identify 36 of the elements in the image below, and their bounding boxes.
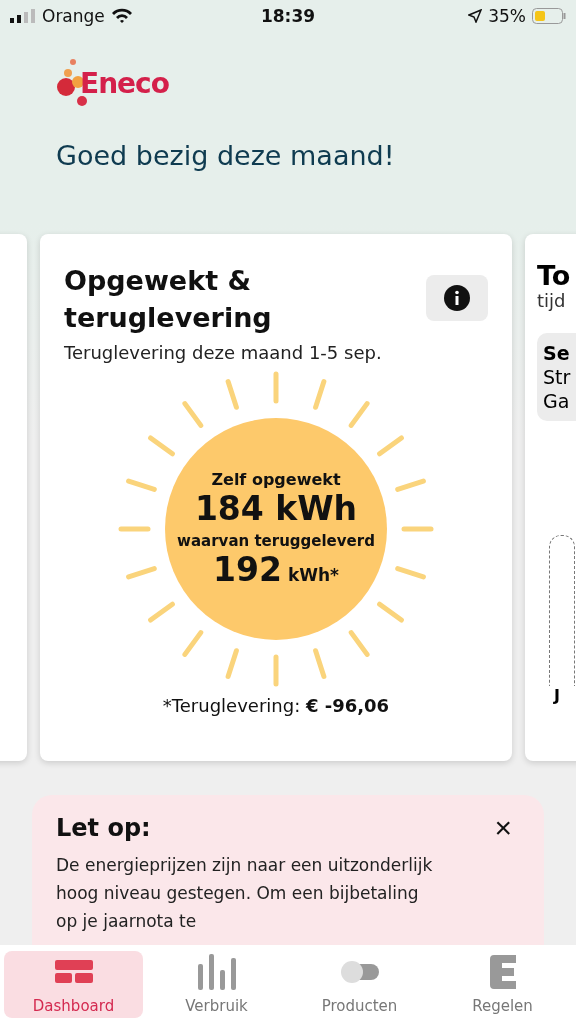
nav-tab[interactable]: Regelen: [433, 950, 572, 1018]
card-subtitle: tijd: [537, 290, 567, 311]
summary-line: Se: [543, 341, 571, 365]
notice-title: Let op:: [56, 814, 151, 843]
logo-wordmark: Eneco: [80, 67, 169, 101]
letter-e-icon: [489, 955, 516, 990]
wifi-icon: [110, 7, 133, 24]
returned-value: 192: [213, 549, 282, 589]
clock-time: 18:39: [260, 5, 316, 26]
returned-unit: kWh*: [287, 564, 339, 585]
dashboard-icon: [54, 960, 93, 985]
nav-tab[interactable]: Dashboard: [4, 950, 143, 1018]
greeting-heading: Goed bezig deze maand!: [56, 139, 396, 171]
battery-percentage: 35%: [488, 5, 526, 26]
return-footnote: *Teruglevering: € -96,06: [161, 695, 391, 716]
nav-tab[interactable]: Verbruik: [147, 950, 286, 1018]
toggle-icon: [340, 961, 379, 984]
summary-line: Ga: [543, 389, 571, 413]
summary-line: Str: [543, 365, 572, 389]
bar-chart-icon: [197, 954, 236, 991]
info-button[interactable]: [426, 275, 488, 321]
card-title: Opgewekt & teruglevering: [64, 264, 273, 335]
axis-label: J: [554, 686, 561, 705]
generated-label: Zelf opgewekt: [211, 469, 341, 489]
card-subtitle: Teruglevering deze maand 1-5 sep.: [64, 342, 383, 363]
returned-label: waarvan teruggeleverd: [177, 531, 375, 550]
info-icon: [444, 285, 470, 311]
battery-icon: [532, 7, 566, 24]
notice-text: De energieprijzen zijn naar een uitzonderlijk hoog niveau gestegen. Om een bijbetaling op je jaarnota te: [56, 854, 434, 934]
generated-value: 184 kWh: [194, 488, 358, 528]
carrier-name: Orange: [42, 5, 105, 26]
nav-tab[interactable]: Producten: [290, 950, 429, 1018]
location-arrow-icon: [468, 8, 483, 23]
close-button[interactable]: ×: [486, 813, 520, 844]
card-title: To: [537, 262, 572, 290]
signal-icon: [10, 8, 36, 23]
